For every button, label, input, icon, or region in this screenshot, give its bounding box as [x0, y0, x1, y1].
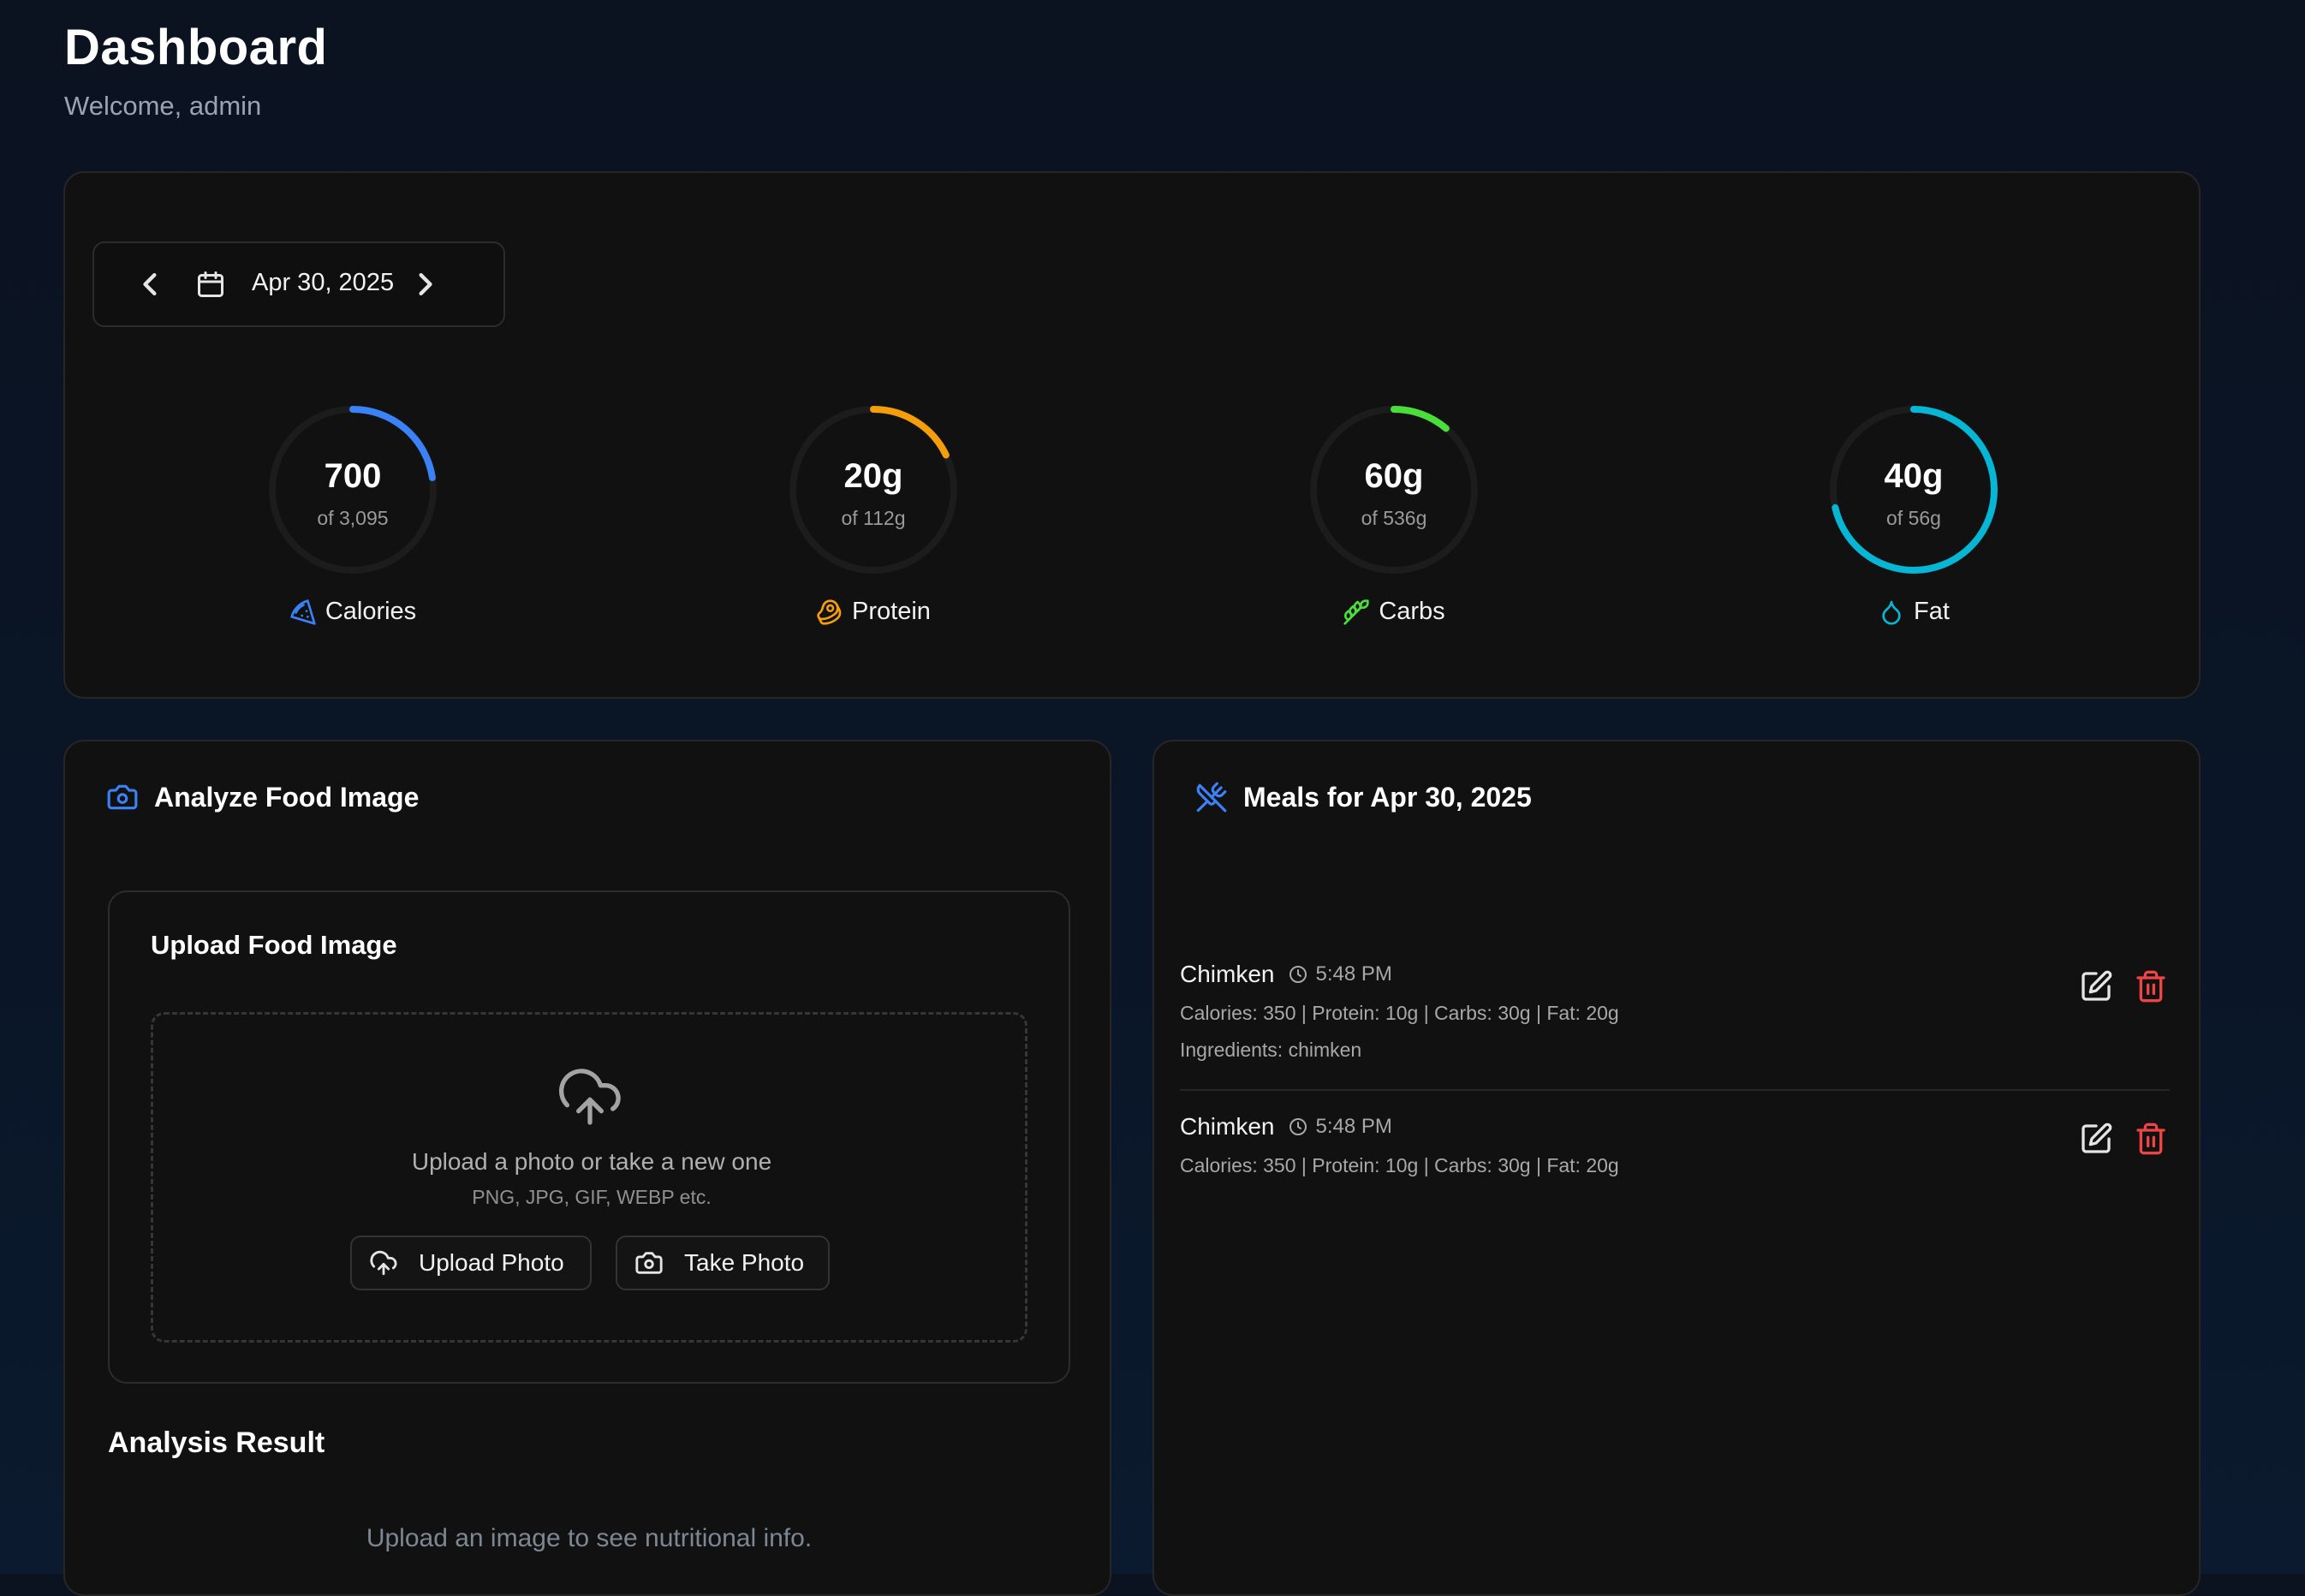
analysis-result-title: Analysis Result: [108, 1426, 325, 1459]
protein-goal: of 112g: [841, 507, 906, 529]
meal-macros: Calories: 350 | Protein: 10g | Carbs: 30…: [1180, 1002, 1619, 1024]
calories-value: 700: [324, 457, 382, 495]
beef-icon: [817, 598, 842, 625]
delete-meal-button[interactable]: [2134, 969, 2168, 1003]
protein-value: 20g: [843, 457, 903, 495]
clock-icon: [1289, 1118, 1307, 1135]
meal-divider: [1180, 1089, 2170, 1091]
fat-value: 40g: [1884, 457, 1944, 495]
previous-day-button[interactable]: [128, 262, 173, 307]
fat-goal: of 56g: [1886, 507, 1941, 529]
next-day-button[interactable]: [402, 262, 447, 307]
take-photo-label: Take Photo: [684, 1249, 805, 1276]
cloud-upload-icon: [370, 1250, 397, 1276]
cloud-upload-icon: [558, 1069, 621, 1125]
carbs-value: 60g: [1364, 457, 1424, 495]
clock-icon: [1289, 966, 1307, 983]
meal-time: 5:48 PM: [1288, 962, 1392, 986]
camera-icon: [107, 784, 138, 810]
droplet-icon: [1882, 600, 1901, 625]
calories-label: Calories: [216, 598, 490, 626]
protein-stat: 20g of 112g Protein: [736, 404, 1010, 678]
dropzone-formats: PNG, JPG, GIF, WEBP etc.: [472, 1186, 712, 1208]
calories-stat: 700 of 3,095 Calories: [216, 404, 490, 678]
meals-card: Meals for Apr 30, 2025 Chimken 5:48 PM C…: [1152, 740, 2201, 1596]
calendar-icon: [198, 271, 223, 297]
calories-goal: of 3,095: [317, 507, 389, 529]
image-dropzone[interactable]: Upload a photo or take a new one PNG, JP…: [151, 1012, 1027, 1343]
welcome-text: Welcome, admin: [64, 91, 262, 121]
meal-time-text: 5:48 PM: [1315, 1115, 1392, 1138]
protein-label-text: Protein: [852, 598, 931, 625]
protein-label: Protein: [736, 598, 1010, 626]
utensils-crossed-icon: [1196, 782, 1227, 813]
date-picker: Apr 30, 2025: [92, 241, 505, 327]
meals-title: Meals for Apr 30, 2025: [1195, 781, 1532, 813]
date-label[interactable]: Apr 30, 2025: [252, 269, 394, 297]
meal-item: Chimken 5:48 PM Calories: 350 | Protein:…: [1180, 1113, 2170, 1177]
fat-stat: 40g of 56g Fat: [1777, 404, 2051, 678]
fat-label: Fat: [1777, 598, 2051, 626]
pizza-icon: [290, 598, 316, 625]
carbs-stat: 60g of 536g Carbs: [1257, 404, 1531, 678]
edit-meal-button[interactable]: [2079, 1122, 2113, 1156]
meal-name: Chimken: [1180, 1113, 1275, 1140]
upload-photo-button[interactable]: Upload Photo: [350, 1236, 592, 1290]
take-photo-button[interactable]: Take Photo: [616, 1236, 830, 1290]
daily-summary-card: Apr 30, 2025 700 of 3,095 Calories 20g o…: [63, 171, 2201, 699]
carbs-goal: of 536g: [1361, 507, 1427, 529]
delete-meal-button[interactable]: [2134, 1122, 2168, 1156]
carbs-label-text: Carbs: [1379, 598, 1445, 625]
dropzone-text: Upload a photo or take a new one: [411, 1148, 772, 1175]
analysis-result-hint: Upload an image to see nutritional info.: [366, 1524, 813, 1552]
meal-name: Chimken: [1180, 961, 1275, 987]
fat-label-text: Fat: [1914, 598, 1950, 625]
calories-label-text: Calories: [325, 598, 417, 625]
carbs-label: Carbs: [1257, 598, 1531, 626]
meal-macros: Calories: 350 | Protein: 10g | Carbs: 30…: [1180, 1154, 1619, 1176]
upload-photo-label: Upload Photo: [419, 1249, 564, 1276]
analyze-food-card: Analyze Food Image Upload Food Image Upl…: [63, 740, 1111, 1596]
meal-ingredients: Ingredients: chimken: [1180, 1039, 1362, 1061]
upload-food-box: Upload Food Image Upload a photo or take…: [108, 890, 1070, 1384]
analyze-title: Analyze Food Image: [106, 781, 419, 813]
meal-item: Chimken 5:48 PM Calories: 350 | Protein:…: [1180, 961, 2170, 1062]
camera-icon: [635, 1252, 663, 1274]
meal-time: 5:48 PM: [1288, 1115, 1392, 1139]
upload-title: Upload Food Image: [151, 930, 397, 960]
page-title: Dashboard: [64, 20, 328, 75]
wheat-icon: [1343, 598, 1369, 625]
meals-title-text: Meals for Apr 30, 2025: [1243, 781, 1532, 813]
edit-meal-button[interactable]: [2079, 969, 2113, 1003]
meal-time-text: 5:48 PM: [1315, 962, 1392, 986]
analyze-title-text: Analyze Food Image: [154, 781, 420, 813]
